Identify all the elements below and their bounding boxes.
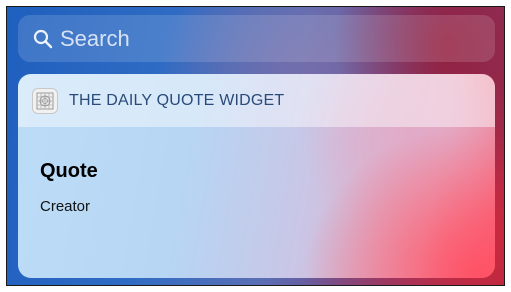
widget-header[interactable]: THE DAILY QUOTE WIDGET: [18, 74, 495, 127]
search-placeholder[interactable]: Search: [60, 26, 130, 52]
app-grid-icon: [32, 87, 58, 114]
search-icon: [32, 28, 54, 50]
creator-text: Creator: [40, 198, 91, 215]
quote-text: Quote: [40, 160, 98, 182]
daily-quote-widget[interactable]: THE DAILY QUOTE WIDGET Quote Creator: [18, 74, 495, 278]
widget-title: THE DAILY QUOTE WIDGET: [69, 91, 285, 109]
today-view-screen: Search THE DAILY QUOTE WIDGET Quote Crea…: [6, 6, 505, 286]
search-bar[interactable]: Search: [18, 15, 495, 62]
